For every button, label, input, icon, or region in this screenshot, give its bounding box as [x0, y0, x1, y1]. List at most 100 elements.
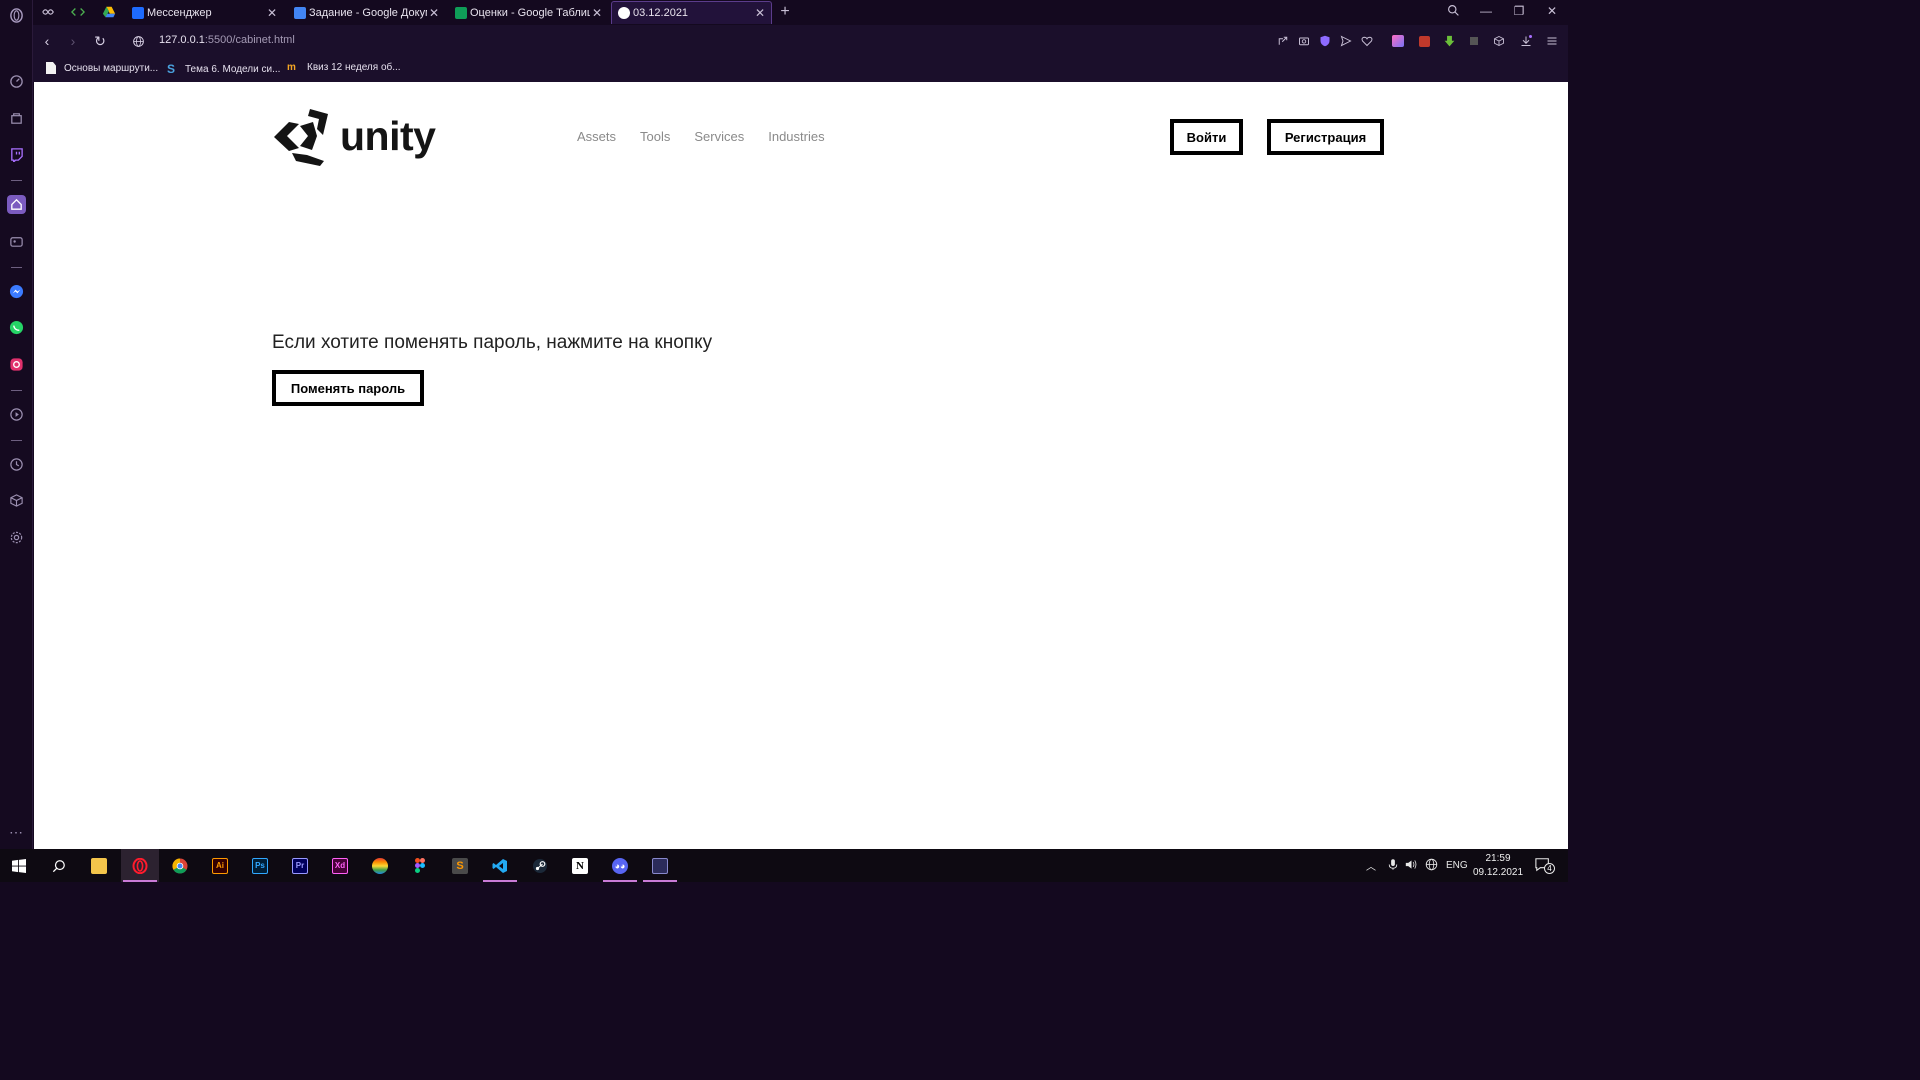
back-icon[interactable]: ‹: [38, 32, 56, 50]
web-page: unity Assets Tools Services Industries В…: [34, 82, 1568, 849]
nav-services[interactable]: Services: [694, 129, 744, 144]
notifications-icon[interactable]: 4: [1535, 857, 1555, 876]
rainbow-app-icon[interactable]: [361, 849, 399, 882]
adobe-xd-icon[interactable]: Xd: [321, 849, 359, 882]
photoshop-icon[interactable]: Ps: [241, 849, 279, 882]
volume-icon[interactable]: [1405, 858, 1418, 874]
language-indicator[interactable]: ENG: [1446, 860, 1468, 871]
opera-menu-icon[interactable]: [7, 6, 26, 25]
dev-tools-icon[interactable]: [70, 4, 86, 20]
discord-icon[interactable]: ◕◕: [601, 849, 639, 882]
site-info-globe-icon[interactable]: [129, 32, 147, 50]
illustrator-icon[interactable]: Ai: [201, 849, 239, 882]
history-icon[interactable]: [7, 455, 26, 474]
tab-label: Мессенджер: [147, 6, 212, 19]
file-explorer-icon[interactable]: [80, 849, 118, 882]
screen: ⋯ Мессенджер ✕ Задание - Google Докуме ✕…: [0, 0, 1568, 882]
share-icon[interactable]: [1276, 34, 1290, 48]
chrome-icon[interactable]: [161, 849, 199, 882]
opera-taskbar-icon[interactable]: [121, 849, 159, 882]
reload-icon[interactable]: ↻: [91, 32, 109, 50]
calculator-icon[interactable]: [641, 849, 679, 882]
clock-time: 21:59: [1485, 853, 1511, 864]
address-bar: ‹ › ↻ 127.0.0.1:5500/cabinet.html: [33, 25, 1568, 57]
downloads-icon[interactable]: [1519, 34, 1533, 48]
change-password-button[interactable]: Поменять пароль: [272, 370, 424, 406]
url-field[interactable]: 127.0.0.1:5500/cabinet.html: [159, 34, 295, 46]
clock-date: 09.12.2021: [1472, 867, 1524, 878]
sublime-text-icon[interactable]: S: [441, 849, 479, 882]
figma-icon[interactable]: [401, 849, 439, 882]
bookmark-item[interactable]: Основы маршрути...: [46, 62, 158, 74]
gaming-icon[interactable]: [7, 232, 26, 251]
vscode-icon[interactable]: [481, 849, 519, 882]
whatsapp-icon[interactable]: [7, 318, 26, 337]
nav-tools[interactable]: Tools: [640, 129, 670, 144]
stepik-icon: S: [167, 62, 176, 76]
close-tab-icon[interactable]: ✕: [427, 6, 441, 20]
clock[interactable]: 21:59 09.12.2021: [1468, 852, 1528, 880]
sidebar-separator: [11, 390, 22, 391]
extension-cube-icon[interactable]: [1417, 34, 1431, 48]
settings-icon[interactable]: [7, 528, 26, 547]
download-arrow-extension-icon[interactable]: [1442, 34, 1456, 48]
new-tab-button[interactable]: +: [777, 3, 793, 21]
network-globe-icon[interactable]: [1425, 858, 1438, 874]
heart-icon[interactable]: [1360, 34, 1374, 48]
microphone-icon[interactable]: [1387, 858, 1399, 874]
send-icon[interactable]: [1339, 34, 1353, 48]
google-drive-icon[interactable]: [101, 4, 117, 20]
close-tab-icon[interactable]: ✕: [753, 6, 767, 20]
restore-icon[interactable]: ❐: [1510, 4, 1528, 18]
close-window-icon[interactable]: ✕: [1543, 4, 1561, 18]
bookmark-label: Основы маршрути...: [64, 62, 159, 74]
change-password-message: Если хотите поменять пароль, нажмите на …: [272, 332, 713, 353]
instagram-icon[interactable]: [7, 355, 26, 374]
url-host: 127.0.0.1: [159, 34, 205, 46]
unity-logo[interactable]: unity: [272, 106, 436, 166]
tab-active-page[interactable]: 03.12.2021 ✕: [611, 1, 772, 24]
extension-gradient-icon[interactable]: [1391, 34, 1405, 48]
login-button[interactable]: Войти: [1170, 119, 1243, 155]
close-tab-icon[interactable]: ✕: [265, 6, 279, 20]
minimize-icon[interactable]: —: [1477, 4, 1495, 18]
premiere-icon[interactable]: Pr: [281, 849, 319, 882]
search-icon[interactable]: [40, 849, 78, 882]
notifications-count: 4: [1544, 863, 1555, 874]
opera-sidebar: ⋯: [0, 0, 33, 849]
messenger-icon[interactable]: [7, 282, 26, 301]
bookmark-label: Тема 6. Модели си...: [185, 63, 281, 75]
bookmark-item[interactable]: m Квиз 12 неделя об...: [287, 62, 401, 73]
url-path: :5500/cabinet.html: [204, 34, 295, 46]
steam-icon[interactable]: [521, 849, 559, 882]
home-icon[interactable]: [7, 195, 26, 214]
speed-dial-icon[interactable]: [7, 72, 26, 91]
notion-icon[interactable]: N: [561, 849, 599, 882]
easy-setup-menu-icon[interactable]: [1545, 34, 1559, 48]
twitch-icon[interactable]: [7, 145, 26, 164]
bookmarks-bar: Основы маршрути... S Тема 6. Модели си..…: [33, 57, 1568, 82]
player-icon[interactable]: [7, 405, 26, 424]
logo-wordmark: unity: [340, 112, 436, 159]
more-icon[interactable]: ⋯: [7, 823, 26, 842]
register-button[interactable]: Регистрация: [1267, 119, 1384, 155]
workspaces-icon[interactable]: [7, 109, 26, 128]
nav-assets[interactable]: Assets: [577, 129, 616, 144]
tab-islands-icon[interactable]: [40, 4, 56, 20]
extension-dark-icon[interactable]: [1467, 34, 1481, 48]
forward-icon[interactable]: ›: [64, 32, 82, 50]
show-hidden-icons-icon[interactable]: ︿: [1366, 858, 1376, 873]
snapshot-icon[interactable]: [1297, 34, 1311, 48]
tab-google-docs[interactable]: Задание - Google Докуме ✕: [288, 1, 445, 24]
start-button[interactable]: [0, 849, 38, 882]
extensions-icon[interactable]: [7, 491, 26, 510]
tab-google-sheets[interactable]: Оценки - Google Таблицы ✕: [449, 1, 608, 24]
close-tab-icon[interactable]: ✕: [590, 6, 604, 20]
nav-industries[interactable]: Industries: [768, 129, 824, 144]
tab-messenger[interactable]: Мессенджер ✕: [126, 1, 283, 24]
extensions-cube-icon[interactable]: [1492, 34, 1506, 48]
vpn-shield-icon[interactable]: [1318, 34, 1332, 48]
tab-bar: Мессенджер ✕ Задание - Google Докуме ✕ О…: [33, 0, 1568, 25]
tab-search-icon[interactable]: [1444, 4, 1462, 20]
bookmark-item[interactable]: S Тема 6. Модели си...: [167, 62, 280, 76]
